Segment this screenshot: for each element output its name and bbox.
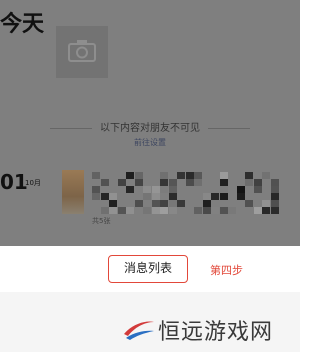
mosaic-pixel [143, 207, 151, 214]
photo-count: 共5张 [92, 217, 111, 225]
mosaic-pixel [126, 207, 134, 214]
mosaic-pixel [134, 179, 143, 186]
mosaic-pixel [253, 186, 262, 193]
mosaic-pixel [177, 172, 185, 179]
moments-album: 今天 以下内容对朋友不可见 前往设置 01 10月 共5张 [0, 0, 300, 246]
mosaic-pixel [109, 193, 117, 200]
mosaic-pixel [245, 179, 253, 186]
mosaic-pixel [211, 207, 219, 214]
blurred-post-text[interactable] [92, 172, 282, 214]
mosaic-pixel [92, 186, 100, 193]
mosaic-pixel [143, 186, 151, 193]
mosaic-pixel [245, 200, 253, 207]
mosaic-pixel [262, 172, 270, 179]
step-annotation: 第四步 [210, 264, 243, 277]
camera-icon [68, 40, 96, 62]
divider-right [208, 127, 250, 129]
watermark-text: 恒远游戏网 [158, 320, 274, 345]
mosaic-pixel [151, 186, 160, 193]
mosaic-pixel [151, 207, 160, 214]
mosaic-pixel [262, 200, 270, 207]
mosaic-pixel [270, 193, 279, 200]
mosaic-pixel [202, 200, 211, 207]
mosaic-pixel [219, 193, 228, 200]
mosaic-pixel [168, 179, 177, 186]
mosaic-pixel [100, 193, 109, 200]
mosaic-pixel [100, 179, 109, 186]
post-thumbnail[interactable] [62, 170, 84, 214]
mosaic-pixel [126, 172, 134, 179]
mosaic-pixel [168, 193, 177, 200]
post-date-day: 01 [0, 170, 28, 194]
message-list-button[interactable]: 消息列表 [108, 255, 188, 283]
mosaic-pixel [253, 207, 262, 214]
mosaic-pixel [270, 179, 279, 186]
mosaic-pixel [92, 172, 100, 179]
mosaic-pixel [185, 179, 194, 186]
mosaic-pixel [219, 207, 228, 214]
mosaic-pixel [245, 172, 253, 179]
mosaic-pixel [185, 172, 194, 179]
post-date-month: 10月 [25, 179, 41, 187]
post-new-moment-tile[interactable] [56, 26, 108, 78]
mosaic-pixel [92, 193, 100, 200]
mosaic-pixel [253, 179, 262, 186]
mosaic-pixel [168, 200, 177, 207]
mosaic-pixel [100, 207, 109, 214]
mosaic-pixel [202, 193, 211, 200]
mosaic-pixel [219, 172, 228, 179]
swoosh-logo-icon [124, 321, 154, 340]
mosaic-pixel [219, 179, 228, 186]
today-label: 今天 [0, 12, 45, 37]
mosaic-pixel [126, 186, 134, 193]
mosaic-pixel [194, 179, 202, 186]
screen: 今天 以下内容对朋友不可见 前往设置 01 10月 共5张 消息列表 第四步 恒… [0, 0, 300, 352]
go-to-settings-link[interactable]: 前往设置 [0, 137, 300, 148]
mosaic-pixel [151, 193, 160, 200]
mosaic-pixel [160, 186, 168, 193]
mosaic-pixel [194, 172, 202, 179]
site-watermark: 恒远游戏网 [122, 312, 292, 346]
mosaic-pixel [168, 186, 177, 193]
mosaic-pixel [134, 200, 143, 207]
mosaic-pixel [109, 200, 117, 207]
mosaic-pixel [177, 200, 185, 207]
mosaic-pixel [109, 207, 117, 214]
mosaic-pixel [262, 207, 270, 214]
mosaic-pixel [194, 207, 202, 214]
privacy-notice-text: 以下内容对朋友不可见 [100, 123, 200, 134]
mosaic-pixel [160, 179, 168, 186]
mosaic-pixel [228, 207, 236, 214]
mosaic-pixel [160, 207, 168, 214]
divider-left [50, 127, 92, 129]
mosaic-pixel [134, 172, 143, 179]
mosaic-pixel [151, 200, 160, 207]
mosaic-pixel [160, 172, 168, 179]
mosaic-pixel [236, 193, 245, 200]
mosaic-pixel [143, 193, 151, 200]
mosaic-pixel [202, 207, 211, 214]
mosaic-pixel [117, 179, 126, 186]
mosaic-pixel [117, 207, 126, 214]
mosaic-pixel [270, 207, 279, 214]
mosaic-pixel [236, 186, 245, 193]
mosaic-pixel [219, 186, 228, 193]
mosaic-pixel [270, 200, 279, 207]
mosaic-pixel [160, 200, 168, 207]
mosaic-pixel [168, 207, 177, 214]
privacy-notice: 以下内容对朋友不可见 [0, 119, 300, 134]
mosaic-pixel [211, 193, 219, 200]
mosaic-pixel [270, 186, 279, 193]
